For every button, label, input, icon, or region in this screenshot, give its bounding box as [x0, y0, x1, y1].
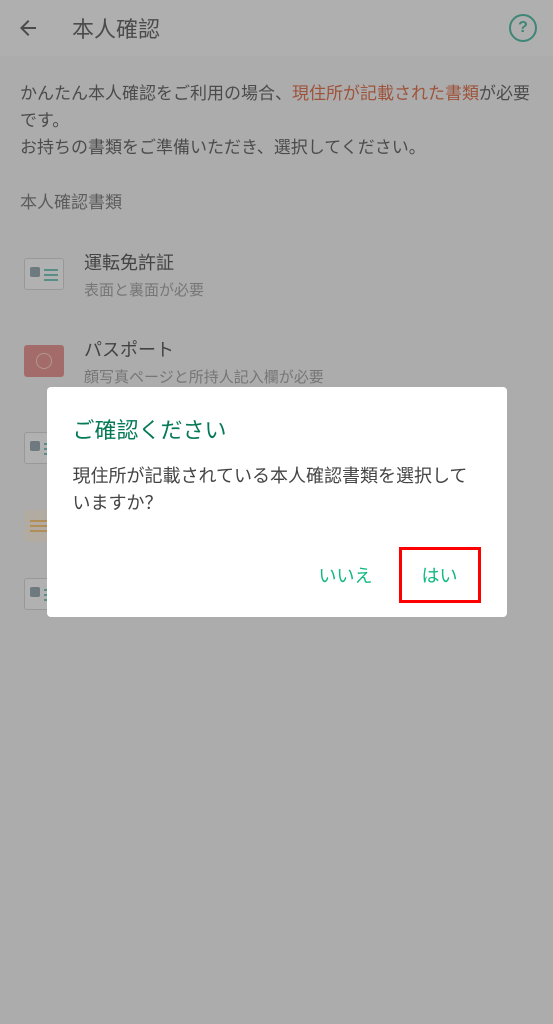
- dialog-title: ご確認ください: [73, 413, 481, 445]
- yes-button[interactable]: はい: [404, 552, 476, 598]
- modal-overlay: ご確認ください 現住所が記載されている本人確認書類を選択していますか？ いいえ …: [0, 0, 553, 1024]
- dialog-message: 現住所が記載されている本人確認書類を選択していますか？: [73, 463, 481, 517]
- confirmation-dialog: ご確認ください 現住所が記載されている本人確認書類を選択していますか？ いいえ …: [47, 387, 507, 617]
- dialog-actions: いいえ はい: [73, 547, 481, 603]
- no-button[interactable]: いいえ: [301, 550, 391, 600]
- yes-highlight-box: はい: [399, 547, 481, 603]
